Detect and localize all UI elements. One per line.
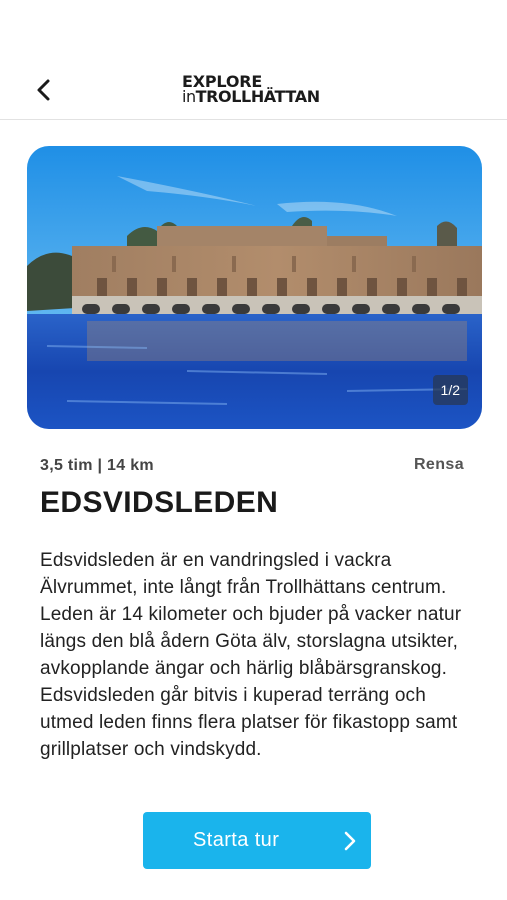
clear-button[interactable]: Rensa <box>414 456 464 474</box>
hero-image[interactable]: 1/2 <box>27 146 482 429</box>
start-tour-label: Starta tur <box>193 829 280 851</box>
trail-description: Edsvidsleden är en vandringsled i vackra… <box>40 550 462 760</box>
image-counter: 1/2 <box>432 375 468 405</box>
hydropower-station-photo <box>27 146 482 429</box>
back-button[interactable] <box>26 72 62 108</box>
start-tour-button[interactable]: Starta tur <box>143 812 371 869</box>
app-logo: EXPLORE inTROLLHÄTTAN <box>182 74 320 106</box>
logo-in: in <box>182 87 196 106</box>
logo-city: TROLLHÄTTAN <box>195 87 320 106</box>
app-header: EXPLORE inTROLLHÄTTAN <box>0 0 507 120</box>
logo-line2: inTROLLHÄTTAN <box>182 89 320 106</box>
trail-title: EDSVIDSLEDEN <box>40 486 279 519</box>
chevron-right-icon <box>344 831 356 851</box>
trail-duration-distance: 3,5 tim | 14 km <box>40 457 154 474</box>
chevron-left-icon <box>37 79 50 101</box>
